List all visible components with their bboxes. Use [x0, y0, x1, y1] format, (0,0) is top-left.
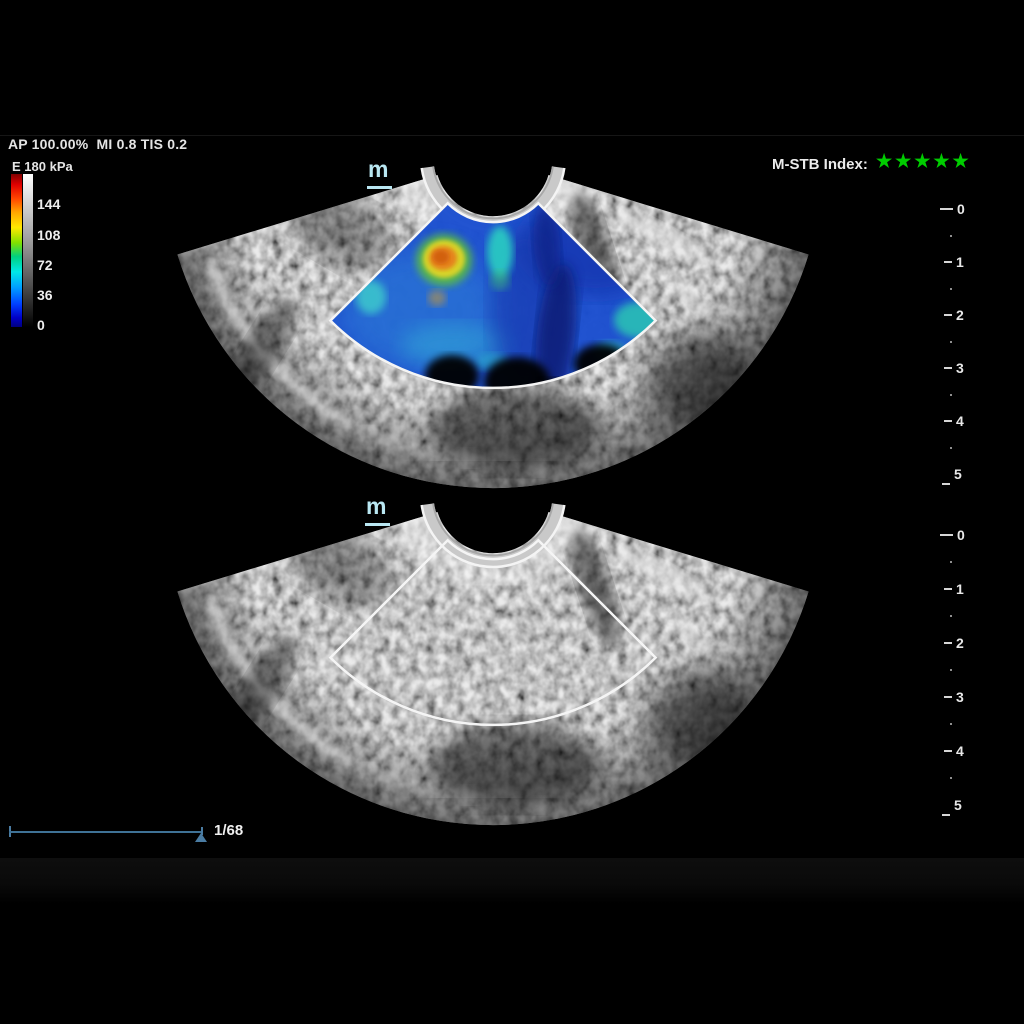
mi-tis-value: MI 0.8 TIS 0.2: [97, 136, 188, 152]
ruler-dash: [942, 483, 950, 485]
ruler-label: 1: [956, 254, 964, 270]
orientation-marker-underline-bottom: [365, 523, 390, 526]
ruler-dash: [944, 750, 952, 752]
cine-bar[interactable]: [9, 831, 203, 833]
ultrasound-image-top: [130, 90, 860, 520]
ruler-label: 4: [956, 743, 964, 759]
orientation-marker-bottom: m: [366, 495, 386, 517]
ruler-label: 0: [957, 527, 965, 543]
ruler-minor-tick: [950, 447, 952, 449]
acoustic-params: AP 100.00% MI 0.8 TIS 0.2: [8, 136, 187, 152]
ruler-label: 5: [954, 466, 962, 482]
ruler-label: 2: [956, 635, 964, 651]
ruler-dash: [944, 588, 952, 590]
frame-counter: 1/68: [214, 822, 243, 839]
ruler-label: 0: [957, 201, 965, 217]
ruler-dash: [944, 420, 952, 422]
orientation-marker-underline-top: [367, 186, 392, 189]
ap-value: AP 100.00%: [8, 136, 88, 152]
mstb-star-rating: ★★★★★: [876, 151, 972, 172]
ruler-minor-tick: [950, 615, 952, 617]
mstb-index-label: M-STB Index:: [772, 156, 868, 173]
ruler-minor-tick: [950, 723, 952, 725]
cine-position-marker[interactable]: [195, 833, 207, 842]
ruler-dash: [942, 814, 950, 816]
ruler-label: 2: [956, 307, 964, 323]
ruler-dash: [944, 696, 952, 698]
ruler-dash: [940, 534, 953, 536]
ultrasound-screen: AP 100.00% MI 0.8 TIS 0.2 E 180 kPa 144 …: [0, 0, 1024, 1024]
ruler-minor-tick: [950, 561, 952, 563]
ruler-minor-tick: [950, 394, 952, 396]
colorbar-tick: 0: [37, 317, 45, 333]
ruler-dash: [944, 314, 952, 316]
ruler-label: 3: [956, 689, 964, 705]
colorbar-tick: 36: [37, 287, 53, 303]
ruler-label: 1: [956, 581, 964, 597]
ruler-dash: [944, 367, 952, 369]
orientation-marker-top: m: [368, 158, 388, 180]
colorbar-tick: 144: [37, 196, 60, 212]
colorbar-scale-label: E 180 kPa: [12, 159, 73, 174]
grayscale-bar: [23, 174, 33, 327]
ruler-minor-tick: [950, 669, 952, 671]
ruler-label: 5: [954, 797, 962, 813]
param-spacer: [88, 136, 96, 152]
ruler-label: 3: [956, 360, 964, 376]
ultrasound-dual-image: [0, 0, 1024, 1024]
ruler-minor-tick: [950, 288, 952, 290]
ruler-dash: [940, 208, 953, 210]
ruler-minor-tick: [950, 777, 952, 779]
ruler-dash: [944, 642, 952, 644]
colorbar-tick: 72: [37, 257, 53, 273]
ruler-dash: [944, 261, 952, 263]
ruler-minor-tick: [950, 341, 952, 343]
ultrasound-image-bottom: [130, 427, 860, 857]
ruler-minor-tick: [950, 235, 952, 237]
ruler-label: 4: [956, 413, 964, 429]
colorbar-tick: 108: [37, 227, 60, 243]
elasticity-colorbar: [11, 174, 22, 327]
